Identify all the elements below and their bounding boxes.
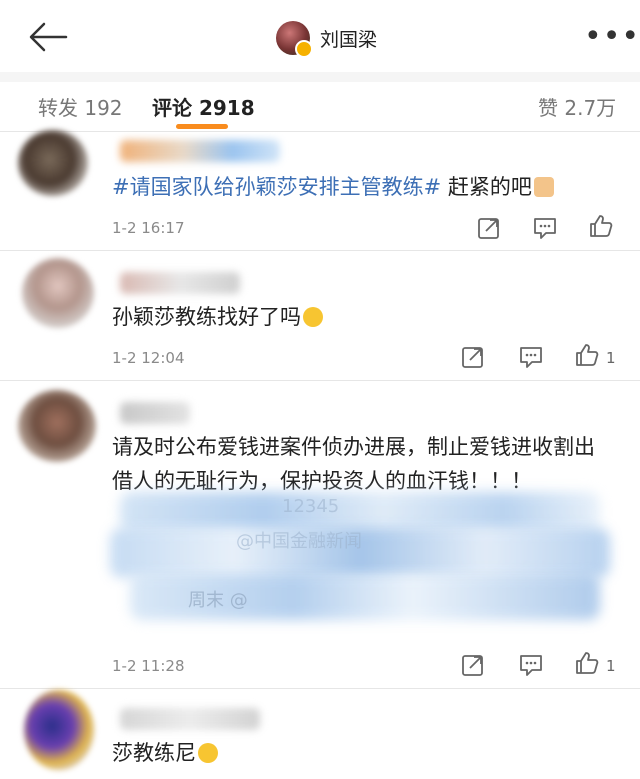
active-tab-indicator <box>176 124 228 129</box>
divider <box>0 250 640 251</box>
back-arrow-icon[interactable] <box>26 20 70 54</box>
hug-emoji-icon <box>198 743 218 763</box>
repost-icon[interactable] <box>476 215 502 241</box>
comment-text: 孙颖莎教练找好了吗 <box>112 300 323 334</box>
comment-body: 赶紧的吧 <box>441 175 532 199</box>
comment-timestamp: 1-2 11:28 <box>112 657 185 675</box>
comment-icon[interactable] <box>532 215 558 241</box>
tab-like[interactable]: 赞 2.7万 <box>538 92 616 121</box>
divider <box>0 380 640 381</box>
avatar[interactable] <box>22 258 94 328</box>
like-thumb-icon[interactable] <box>574 342 600 368</box>
avatar[interactable] <box>18 130 88 196</box>
username-obscured[interactable] <box>120 708 260 730</box>
avatar[interactable] <box>24 690 94 770</box>
author-name[interactable]: 刘国梁 <box>320 25 377 52</box>
obscured-text: 周末 @ <box>188 590 248 611</box>
comment-timestamp: 1-2 12:04 <box>112 349 185 367</box>
tab-comment[interactable]: 评论 2918 <box>152 92 255 121</box>
top-bar: 刘国梁 ••• <box>0 0 640 72</box>
comment-icon[interactable] <box>518 652 544 678</box>
comment-text: 莎教练尼 <box>112 736 218 770</box>
comment-timestamp: 1-2 16:17 <box>112 219 185 237</box>
repost-icon[interactable] <box>460 652 486 678</box>
avatar[interactable] <box>276 21 313 58</box>
verified-badge-icon <box>295 40 313 58</box>
obscured-text: 12345 <box>282 496 340 517</box>
repost-icon[interactable] <box>460 344 486 370</box>
divider <box>0 688 640 689</box>
comment-body: 莎教练尼 <box>112 741 196 765</box>
obscured-text: @中国金融新闻 <box>236 531 362 552</box>
comment-text: #请国家队给孙颖莎安排主管教练# 赶紧的吧 <box>112 170 554 204</box>
username-obscured[interactable] <box>120 272 240 294</box>
more-dots-icon[interactable]: ••• <box>584 22 640 52</box>
divider <box>0 131 640 132</box>
username-obscured[interactable] <box>120 402 190 424</box>
sob-emoji-icon <box>303 307 323 327</box>
comment-text-line: 请及时公布爱钱进案件侦办进展，制止爱钱进收割出 <box>112 435 595 459</box>
hashtag-link[interactable]: #请国家队给孙颖莎安排主管教练# <box>112 175 441 199</box>
like-count: 1 <box>606 349 616 367</box>
like-count: 1 <box>606 657 616 675</box>
username-obscured[interactable] <box>120 140 280 162</box>
divider <box>0 72 640 82</box>
avatar[interactable] <box>18 390 96 462</box>
comment-icon[interactable] <box>518 344 544 370</box>
tab-bar: 转发 192 评论 2918 赞 2.7万 <box>0 82 640 130</box>
comment-body: 孙颖莎教练找好了吗 <box>112 305 301 329</box>
pray-emoji-icon <box>533 177 554 197</box>
like-thumb-icon[interactable] <box>574 650 600 676</box>
author-header[interactable]: 刘国梁 <box>276 18 377 58</box>
tab-repost[interactable]: 转发 192 <box>38 92 123 121</box>
like-thumb-icon[interactable] <box>588 213 614 239</box>
